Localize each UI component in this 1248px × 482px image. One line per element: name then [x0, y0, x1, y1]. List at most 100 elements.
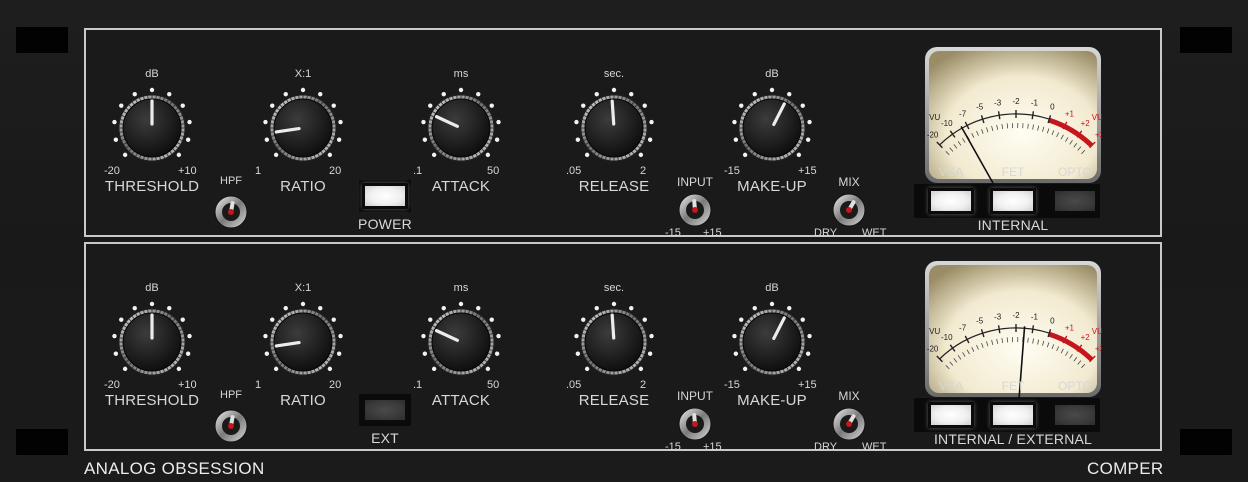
scale-dot: [769, 87, 775, 93]
scale-dot: [112, 333, 117, 339]
vu-scale-label: +2: [1081, 333, 1091, 342]
scale-dot: [594, 305, 599, 311]
ch2-mix-switch[interactable]: [831, 406, 867, 442]
scale-dot: [283, 91, 288, 97]
ch1-mode-opto-button[interactable]: [1052, 188, 1098, 214]
scale-dot: [642, 317, 647, 322]
ch2-input-min: -15: [665, 441, 681, 453]
ch1-attack-knob[interactable]: [418, 85, 504, 171]
ch2-mix-min: DRY: [814, 441, 838, 453]
ch2-hpf-switch[interactable]: [213, 408, 249, 444]
scale-dot: [575, 137, 581, 142]
ch1-hpf-switch-graphic: [214, 195, 248, 229]
ch2-mode-vca-button[interactable]: [928, 402, 974, 428]
ch2-mode-opto-label: OPTO: [1058, 379, 1092, 393]
scale-dot: [112, 119, 117, 125]
scale-dot: [584, 152, 590, 158]
ch1-input-max: +15: [703, 227, 722, 239]
scale-dot: [149, 301, 155, 307]
scale-dot: [132, 91, 137, 97]
ch2-ratio-unit: X:1: [294, 282, 312, 294]
ch1-release-max: 2: [640, 165, 647, 177]
ch1-threshold-unit: dB: [145, 68, 159, 80]
scale-dot: [338, 333, 343, 339]
vu-scale-label: -7: [959, 324, 967, 333]
ch1-attack-label: ATTACK: [431, 178, 491, 195]
scale-dot: [300, 87, 306, 93]
scale-dot: [647, 137, 653, 142]
ch2-input-max: +15: [703, 441, 722, 453]
ch2-ext-button[interactable]: [362, 397, 408, 423]
scale-dot: [149, 87, 155, 93]
scale-dot: [787, 305, 792, 311]
ch1-attack-knob-graphic: [421, 87, 501, 162]
ch2-makeup-min: -15: [724, 379, 740, 391]
scale-dot: [739, 103, 744, 108]
ch2-attack-knob[interactable]: [418, 299, 504, 385]
ch1-toggle-button-label: POWER: [358, 216, 412, 232]
scale-dot: [185, 351, 191, 356]
ch1-input-switch[interactable]: [677, 192, 713, 228]
scale-dot: [742, 152, 748, 158]
ch1-mix-min: DRY: [814, 227, 838, 239]
vu-scale-label: 0: [1050, 317, 1055, 326]
vu-mark: VU: [929, 327, 940, 336]
ch2-makeup-knob[interactable]: [729, 299, 815, 385]
scale-dot: [752, 305, 757, 311]
ch1-mode-caption: INTERNAL: [977, 217, 1049, 233]
scale-dot: [796, 152, 802, 158]
vu-scale-label: -20: [927, 131, 939, 140]
scale-dot: [270, 103, 275, 108]
rack-ear-bottom-left: [16, 429, 68, 455]
scale-dot: [421, 119, 426, 125]
ch1-input-switch-graphic: [678, 193, 712, 227]
ch1-makeup-knob[interactable]: [729, 85, 815, 171]
ch1-mode-vca-label: VCA: [938, 165, 964, 179]
ch1-mode-fet-label: FET: [1001, 165, 1025, 179]
scale-dot: [187, 333, 192, 339]
scale-dot: [489, 317, 494, 322]
scale-dot: [441, 305, 446, 311]
ch2-ratio-label: RATIO: [280, 392, 326, 409]
ch1-power-button[interactable]: [362, 183, 408, 209]
ch1-release-knob-graphic: [574, 87, 654, 162]
scale-dot: [807, 119, 812, 125]
ch2-makeup-knob-graphic: [732, 301, 812, 376]
vu-scale-label: -3: [994, 98, 1002, 107]
scale-dot: [732, 119, 737, 125]
product-name: COMPER: [1087, 459, 1164, 478]
ch1-input-label: INPUT: [677, 175, 713, 189]
ch1-mode-fet-button[interactable]: [990, 188, 1036, 214]
ch2-mode-opto-button[interactable]: [1052, 402, 1098, 428]
ch2-makeup-unit: dB: [765, 282, 779, 294]
ch2-threshold-max: +10: [178, 379, 197, 391]
ch1-hpf-switch[interactable]: [213, 194, 249, 230]
scale-dot: [739, 317, 744, 322]
scale-dot: [574, 333, 579, 339]
ch2-ratio-knob[interactable]: [260, 299, 346, 385]
ch1-threshold-knob[interactable]: [109, 85, 195, 171]
ch1-mix-switch[interactable]: [831, 192, 867, 228]
scale-dot: [485, 152, 491, 158]
ch2-mode-fet-button[interactable]: [990, 402, 1036, 428]
scale-dot: [800, 103, 805, 108]
ch1-makeup-unit: dB: [765, 68, 779, 80]
scale-dot: [431, 152, 437, 158]
ch1-release-knob[interactable]: [571, 85, 657, 171]
compressor-plugin: dB -20 +10 THRESHOLD X:1 1 20 RATIO ms .1 50 ATTACK…: [0, 0, 1248, 482]
scale-dot: [263, 119, 268, 125]
scale-dot: [283, 305, 288, 311]
scale-dot: [805, 351, 811, 356]
ch2-release-knob[interactable]: [571, 299, 657, 385]
ch1-ratio-knob[interactable]: [260, 85, 346, 171]
ch1-input-min: -15: [665, 227, 681, 239]
scale-dot: [733, 137, 739, 142]
ch2-threshold-knob[interactable]: [109, 299, 195, 385]
scale-dot: [752, 91, 757, 97]
scale-dot: [338, 119, 343, 125]
ch2-input-switch[interactable]: [677, 406, 713, 442]
scale-dot: [458, 87, 464, 93]
vu-scale-label: +3: [1095, 345, 1102, 354]
ch1-mode-vca-button[interactable]: [928, 188, 974, 214]
ch2-ratio-knob-graphic: [263, 301, 343, 376]
